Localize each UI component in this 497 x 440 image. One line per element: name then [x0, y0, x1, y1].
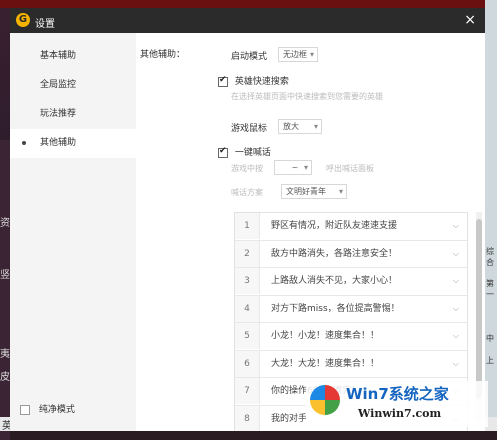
launch-mode-select[interactable]: 无边框 ▾ [278, 47, 318, 62]
phrase-number: 5 [235, 323, 260, 349]
phrase-text: 我的对手 [271, 413, 308, 424]
hotkey-value: ~ [291, 163, 299, 172]
scrollbar-thumb[interactable] [476, 219, 482, 399]
settings-sidebar: 基本辅助 全局监控 玩法推荐 其他辅助 纯净模式 [10, 33, 136, 431]
shout-label: 一键喊话 [234, 148, 271, 158]
dialog-titlebar[interactable]: G 设置 × [10, 8, 485, 33]
list-item[interactable]: 2 敌方中路消失，各路注意安全！ ⌵ [235, 240, 467, 268]
hotkey-desc: 呼出喊话面板 [326, 164, 374, 173]
phrase-number: 3 [235, 268, 260, 294]
background-fragment: 综合 [486, 247, 494, 267]
sidebar-item-other[interactable]: 其他辅助 [10, 129, 136, 158]
hotkey-label: 游戏中按 [231, 164, 263, 173]
chevron-down-icon[interactable]: ⌵ [453, 241, 459, 267]
sidebar-item-recommend[interactable]: 玩法推荐 [10, 100, 136, 129]
scheme-value: 文明好青年 [286, 187, 326, 196]
sidebar-item-label: 全局监控 [40, 80, 77, 90]
quick-search-checkbox[interactable]: ✔ [218, 74, 228, 87]
phrase-text: 对方下路miss，各位提高警惕！ [271, 303, 400, 314]
settings-dialog: G 设置 × 基本辅助 全局监控 玩法推荐 其他辅助 纯净模式 其他辅助： 启动… [10, 8, 485, 431]
scheme-select[interactable]: 文明好青年 ▾ [281, 184, 347, 199]
phrase-number: 2 [235, 240, 260, 267]
phrase-number: 6 [235, 350, 260, 377]
phrase-text: 野区有情况，附近队友速速支援 [271, 221, 398, 231]
background-fragment: 资 [0, 218, 10, 229]
sidebar-item-label: 其他辅助 [40, 138, 77, 148]
phrase-text: 大龙！大龙！速度集合！！ [271, 358, 380, 369]
checkmark-icon: ✔ [219, 145, 227, 156]
background-fragment: 中 [486, 334, 494, 343]
background-left-strip [0, 140, 10, 440]
sidebar-item-monitor[interactable]: 全局监控 [10, 71, 136, 100]
phrase-number: 8 [235, 405, 260, 431]
dialog-title: 设置 [35, 19, 55, 30]
background-fragment: 夷 [0, 349, 10, 360]
pure-mode-toggle[interactable]: 纯净模式 [20, 402, 75, 415]
mouse-value: 放大 [283, 122, 299, 131]
chevron-down-icon: ▾ [303, 163, 308, 172]
background-fragment: 竖 [0, 270, 10, 281]
quick-search-label: 英雄快速搜索 [234, 77, 289, 87]
background-right-strip [485, 0, 497, 431]
chevron-down-icon: ▾ [313, 122, 318, 131]
chevron-down-icon: ▾ [338, 187, 343, 196]
phrase-text: 敌方中路消失，各路注意安全！ [271, 248, 398, 259]
chevron-down-icon[interactable]: ⌵ [453, 323, 459, 349]
chevron-down-icon[interactable]: ⌵ [453, 351, 459, 377]
chevron-down-icon[interactable]: ⌵ [453, 296, 459, 322]
close-button[interactable]: × [464, 12, 476, 28]
scheme-label: 喊话方案 [231, 188, 263, 197]
quick-search-option[interactable]: ✔ 英雄快速搜索 [218, 74, 289, 87]
list-item[interactable]: 1 野区有情况，附近队友速速支援 ⌵ [235, 213, 467, 241]
chevron-down-icon[interactable]: ⌵ [453, 268, 459, 294]
section-label: 其他辅助： [140, 50, 186, 60]
mouse-select[interactable]: 放大 ▾ [278, 119, 322, 134]
mouse-label: 游戏鼠标 [231, 124, 268, 134]
phrase-text: 上路敌人消失不见，大家小心！ [271, 276, 398, 286]
sidebar-item-label: 玩法推荐 [40, 109, 77, 119]
quick-search-desc: 在选择英雄页面中快速搜索到您需要的英雄 [231, 92, 383, 101]
sidebar-item-label: 基本辅助 [40, 51, 77, 61]
phrase-number: 7 [235, 378, 260, 404]
phrase-number: 1 [235, 213, 260, 239]
chevron-down-icon[interactable]: ⌵ [453, 213, 459, 239]
list-item[interactable]: 6 大龙！大龙！速度集合！！ ⌵ [235, 350, 467, 378]
launch-mode-label: 启动模式 [231, 52, 268, 62]
settings-content: 其他辅助： 启动模式 无边框 ▾ ✔ 英雄快速搜索 在选择英雄页面中快速搜索到您… [136, 33, 485, 431]
background-fragment: 上 [486, 356, 494, 365]
hotkey-select[interactable]: ~ ▾ [274, 160, 312, 175]
background-fragment: 第一 [486, 279, 494, 299]
active-dot-icon [22, 141, 26, 145]
pure-mode-checkbox[interactable] [20, 404, 30, 415]
phrase-text: 小龙！小龙！速度集合！！ [271, 331, 380, 341]
watermark-brand: Win7系统之家 [346, 385, 449, 403]
app-logo-icon: G [16, 13, 30, 27]
shout-option[interactable]: ✔ 一键喊话 [218, 145, 271, 158]
background-fragment: 皮 [0, 372, 10, 383]
launch-mode-value: 无边框 [283, 50, 307, 59]
background-topbar [0, 0, 497, 8]
watermark: Win7系统之家 Winwin7.com [306, 381, 488, 427]
watermark-url: Winwin7.com [358, 407, 442, 420]
windows-logo-icon [310, 385, 340, 415]
chevron-down-icon: ▾ [309, 50, 314, 59]
phrase-number: 4 [235, 295, 260, 322]
list-item[interactable]: 4 对方下路miss，各位提高警惕！ ⌵ [235, 295, 467, 323]
list-item[interactable]: 5 小龙！小龙！速度集合！！ ⌵ [235, 323, 467, 351]
sidebar-item-basic[interactable]: 基本辅助 [10, 42, 136, 71]
checkmark-icon: ✔ [219, 74, 227, 85]
shout-checkbox[interactable]: ✔ [218, 145, 228, 158]
pure-mode-label: 纯净模式 [38, 405, 75, 415]
list-item[interactable]: 3 上路敌人消失不见，大家小心！ ⌵ [235, 268, 467, 296]
